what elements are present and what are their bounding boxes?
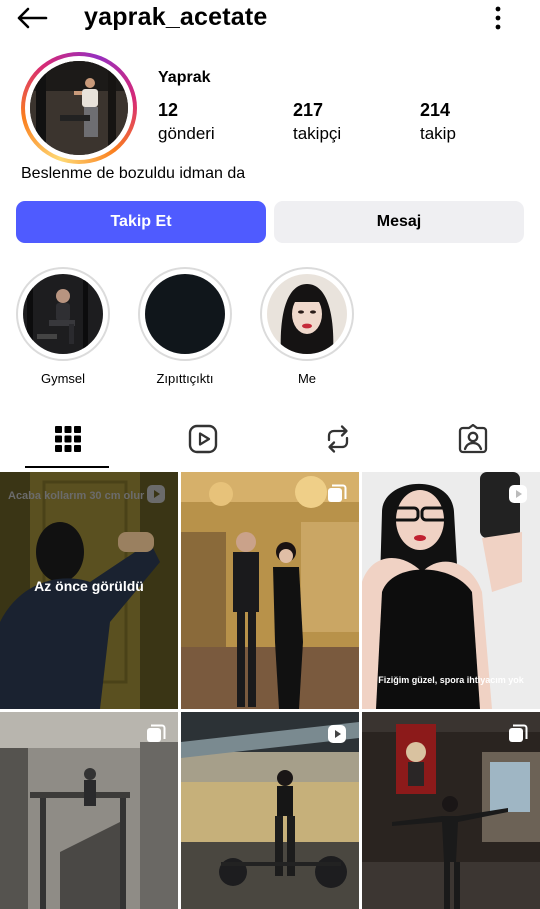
tab-tagged[interactable]: [405, 410, 540, 468]
profile-display-name: Yaprak: [158, 69, 211, 86]
followers-count[interactable]: 217 takipçi: [293, 100, 341, 144]
carousel-badge-icon: [509, 724, 528, 742]
post-overlay-text: Az önce görüldü: [34, 578, 144, 594]
tab-reposts[interactable]: [270, 410, 405, 468]
highlight-gymsel[interactable]: Gymsel: [15, 267, 111, 386]
highlight-cover: [267, 274, 347, 354]
more-options-button[interactable]: [484, 4, 512, 32]
more-vertical-icon: [495, 6, 501, 30]
highlight-label: Gymsel: [40, 371, 86, 386]
top-bar: yaprak_acetate: [0, 0, 540, 36]
post-tile[interactable]: [181, 712, 359, 909]
highlight-cover-ring: [16, 267, 110, 361]
active-tab-indicator: [25, 466, 109, 468]
reel-badge-icon: [509, 485, 527, 503]
tab-reels[interactable]: [135, 410, 270, 468]
profile-tabs: [0, 410, 540, 470]
profile-avatar-story-ring[interactable]: [21, 52, 137, 164]
reel-badge-icon: [147, 485, 165, 503]
following-count[interactable]: 214 takip: [420, 100, 456, 144]
highlight-cover: [23, 274, 103, 354]
arrow-left-icon: [17, 7, 48, 29]
stat-label: takipçi: [293, 124, 342, 143]
stat-label: gönderi: [158, 124, 215, 143]
post-tile[interactable]: [181, 472, 359, 709]
post-tile[interactable]: Fiziğim güzel, spora ihtiyacım yok: [362, 472, 540, 709]
carousel-badge-icon: [147, 724, 166, 742]
post-tile[interactable]: [0, 712, 178, 909]
profile-bio: Beslenme de bozuldu idman da: [21, 165, 246, 182]
highlight-cover-ring: [138, 267, 232, 361]
stat-label: takip: [420, 124, 456, 143]
back-button[interactable]: [14, 4, 50, 32]
stat-number: 214: [420, 100, 451, 120]
highlight-zipitticikti[interactable]: Zıpıttıçıktı: [137, 267, 233, 386]
stat-number: 12: [158, 100, 179, 120]
post-tile[interactable]: Acaba kollarım 30 cm olur mu Az önce gör…: [0, 472, 178, 709]
highlight-cover: [145, 274, 225, 354]
highlight-label: Me: [297, 371, 317, 386]
reposts-icon: [327, 425, 348, 453]
carousel-badge-icon: [328, 484, 347, 502]
post-tile[interactable]: [362, 712, 540, 909]
posts-count[interactable]: 12 gönderi: [158, 100, 215, 144]
grid-icon: [54, 426, 81, 452]
profile-avatar: [30, 61, 128, 155]
highlight-me[interactable]: Me: [259, 267, 355, 386]
tab-posts-grid[interactable]: [0, 410, 135, 468]
highlight-label: Zıpıttıçıktı: [156, 371, 214, 386]
tagged-icon: [458, 424, 487, 454]
follow-button[interactable]: Takip Et: [16, 201, 266, 243]
post-caption: Acaba kollarım 30 cm olur mu: [8, 490, 164, 502]
reels-icon: [188, 424, 217, 454]
highlight-cover-ring: [260, 267, 354, 361]
posts-grid: Acaba kollarım 30 cm olur mu Az önce gör…: [0, 472, 540, 909]
reel-badge-icon: [328, 725, 346, 743]
profile-username: yaprak_acetate: [84, 3, 268, 31]
stat-number: 217: [293, 100, 324, 120]
message-button[interactable]: Mesaj: [274, 201, 524, 243]
post-caption: Fiziğim güzel, spora ihtiyacım yok: [378, 675, 524, 685]
